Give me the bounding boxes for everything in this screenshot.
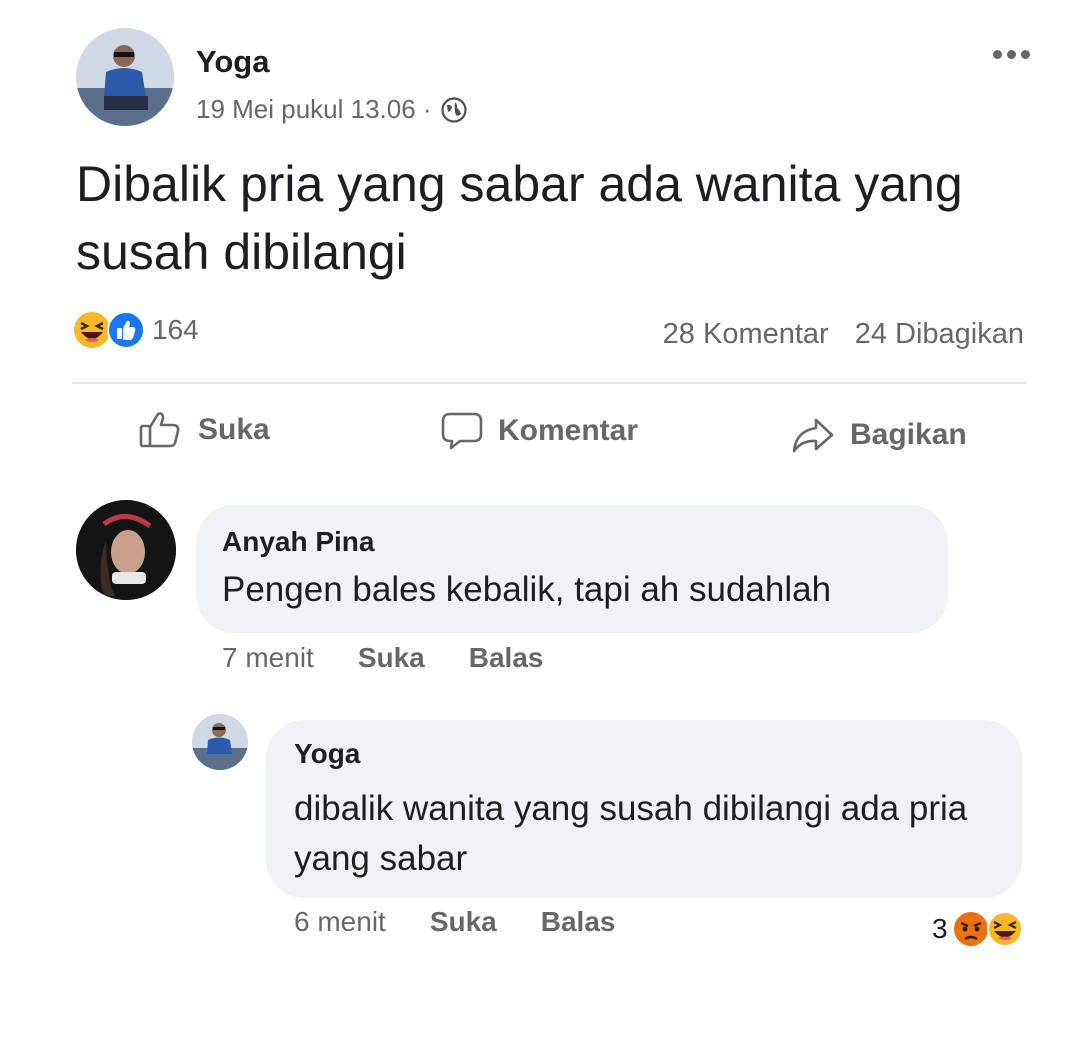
comment-text: Pengen bales kebalik, tapi ah sudahlah [222, 570, 832, 609]
comment-button[interactable]: Komentar [440, 410, 638, 452]
engagement-counts: 28 Komentar 24 Dibagikan [663, 318, 1024, 351]
comment-reply-link[interactable]: Balas [469, 642, 544, 674]
post-text: Dibalik pria yang sabar ada wanita yang … [76, 156, 963, 280]
reply-author-name[interactable]: Yoga [294, 738, 360, 770]
comment-like-link[interactable]: Suka [358, 642, 425, 674]
author-avatar[interactable] [76, 28, 174, 126]
like-button[interactable]: Suka [138, 410, 270, 450]
share-arrow-icon [792, 418, 834, 453]
reactions-summary[interactable]: 164 [72, 310, 199, 350]
more-options-icon[interactable] [993, 50, 1030, 59]
share-count[interactable]: 24 Dibagikan [855, 318, 1024, 351]
post-meta: 19 Mei pukul 13.06 · [196, 94, 468, 125]
reply-text: dibalik wanita yang susah dibilangi ada … [294, 789, 968, 878]
comment-meta: 7 menit Suka Balas [222, 642, 543, 674]
thumbs-up-icon [139, 412, 180, 448]
post-author-name[interactable]: Yoga [196, 44, 270, 80]
comment-time[interactable]: 7 menit [222, 642, 314, 674]
like-reaction-icon [107, 311, 145, 349]
comment-count[interactable]: 28 Komentar [663, 318, 829, 351]
like-button-label: Suka [198, 413, 270, 446]
reply-reply-link[interactable]: Balas [541, 906, 616, 938]
commenter-avatar[interactable] [76, 500, 176, 600]
divider [72, 382, 1027, 384]
reaction-count: 164 [152, 314, 199, 345]
angry-reaction-icon [953, 912, 988, 946]
post-timestamp[interactable]: 19 Mei pukul 13.06 · [196, 94, 432, 125]
comment-author-name[interactable]: Anyah Pina [222, 526, 374, 558]
globe-icon [440, 96, 467, 123]
reply-like-link[interactable]: Suka [430, 906, 497, 938]
reply-reactions[interactable]: 3 [932, 910, 1024, 948]
comment-bubble-icon [441, 412, 483, 450]
comment-button-label: Komentar [498, 414, 639, 447]
reply-reaction-count: 3 [932, 913, 948, 944]
laugh-reaction-icon [986, 911, 1023, 947]
comment-bubble [196, 505, 948, 633]
reply-meta: 6 menit Suka Balas [294, 906, 615, 938]
share-button-label: Bagikan [850, 418, 967, 451]
reply-time[interactable]: 6 menit [294, 906, 386, 938]
reply-author-avatar[interactable] [192, 714, 248, 770]
share-button[interactable]: Bagikan [790, 415, 967, 455]
